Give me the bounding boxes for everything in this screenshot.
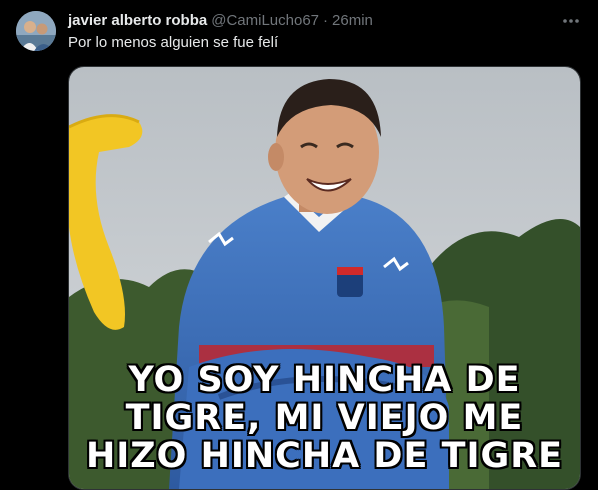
user-handle[interactable]: @CamiLucho67 — [211, 11, 319, 31]
caption-line: YO SOY HINCHA DE — [128, 360, 521, 400]
tweet-text: Por lo menos alguien se fue felí — [68, 34, 279, 51]
tweet[interactable]: javier alberto robba @CamiLucho67 · 26mi… — [0, 0, 598, 490]
avatar-photo — [16, 11, 56, 51]
timestamp[interactable]: 26min — [332, 11, 373, 31]
avatar[interactable] — [16, 11, 56, 51]
more-horizontal-icon — [563, 19, 579, 23]
more-options-button[interactable] — [560, 11, 582, 31]
caption-line: TIGRE, MI VIEJO ME — [125, 398, 524, 438]
tweet-header: javier alberto robba @CamiLucho67 · 26mi… — [68, 11, 373, 31]
display-name[interactable]: javier alberto robba — [68, 11, 207, 31]
meme-caption: YO SOY HINCHA DE TIGRE, MI VIEJO ME HIZO… — [69, 361, 580, 475]
tweet-media-image[interactable]: YO SOY HINCHA DE TIGRE, MI VIEJO ME HIZO… — [68, 66, 581, 490]
separator-dot: · — [323, 12, 329, 29]
caption-line: HIZO HINCHA DE TIGRE — [85, 436, 564, 476]
